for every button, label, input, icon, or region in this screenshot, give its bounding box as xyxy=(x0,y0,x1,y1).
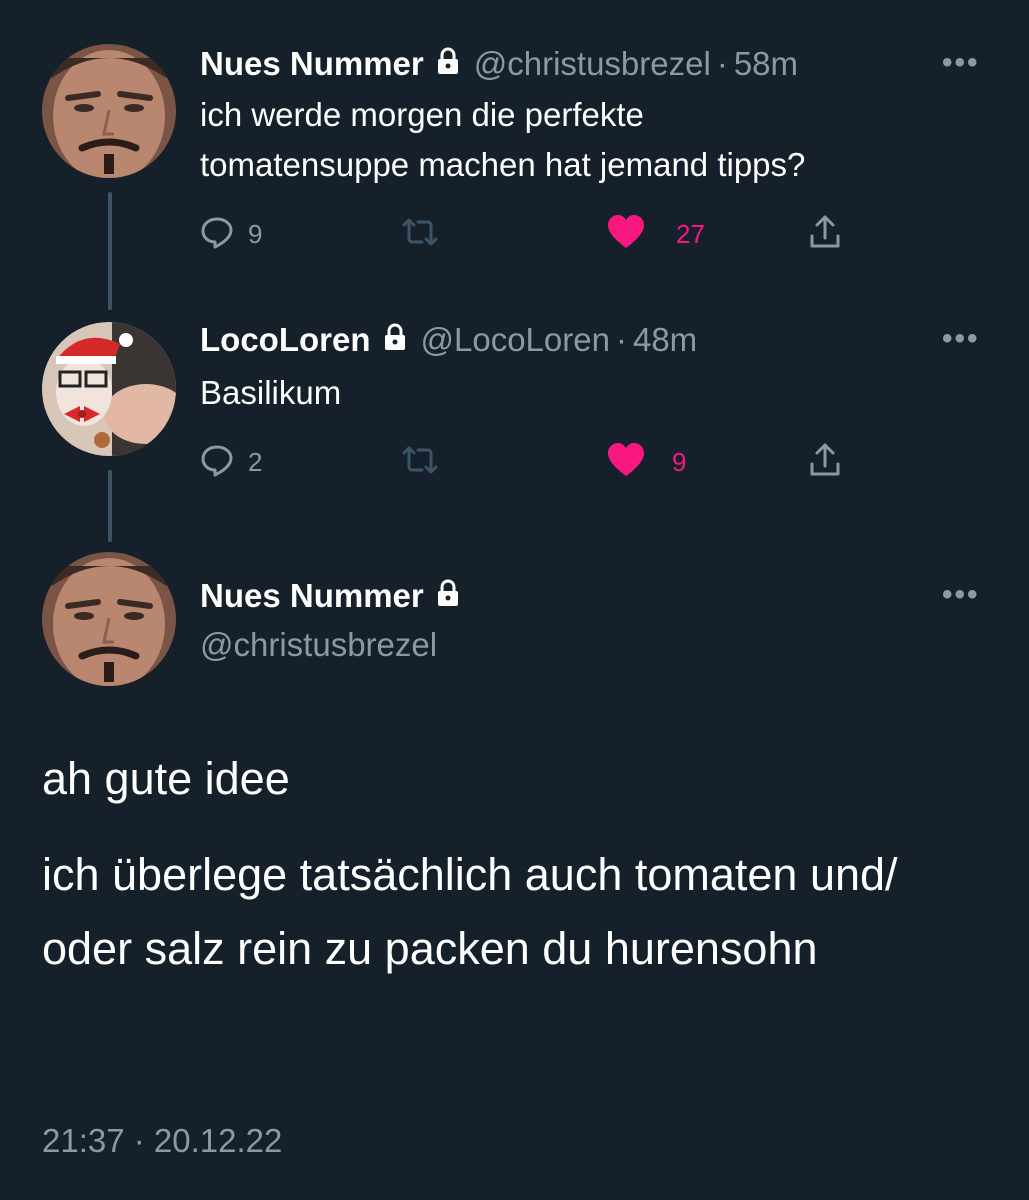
more-options-button[interactable]: ••• xyxy=(942,46,980,80)
author-handle[interactable]: @LocoLoren xyxy=(421,320,610,360)
reply-button[interactable]: 9 xyxy=(200,212,262,256)
tweet-2-actions: 2 9 xyxy=(200,440,860,484)
heart-icon xyxy=(606,214,646,255)
lock-icon xyxy=(436,576,460,616)
tweet-time[interactable]: 58m xyxy=(734,44,798,84)
author-name[interactable]: LocoLoren xyxy=(200,320,371,360)
reply-bubble-icon xyxy=(200,215,234,254)
author-handle[interactable]: @christusbrezel xyxy=(200,626,437,664)
tweet-2-header: LocoLoren @LocoLoren · 48m xyxy=(200,320,697,360)
share-icon xyxy=(808,442,842,483)
tweet-1-actions: 9 27 xyxy=(200,212,860,256)
retweet-icon xyxy=(400,443,440,482)
heart-icon xyxy=(606,442,646,483)
thread-line-2 xyxy=(108,470,112,542)
tweet-timestamp[interactable]: 21:37 · 20.12.22 xyxy=(42,1122,282,1160)
author-name[interactable]: Nues Nummer xyxy=(200,44,424,84)
lock-icon xyxy=(436,44,460,84)
tweet-1-text-line-2: tomatensuppe machen hat jemand tipps? xyxy=(200,146,806,183)
focused-tweet-text: ah gute idee ich überlege tatsächlich au… xyxy=(42,742,992,986)
reply-count: 9 xyxy=(248,218,263,249)
author-handle[interactable]: @christusbrezel xyxy=(474,44,711,84)
share-button[interactable] xyxy=(808,212,842,256)
tweet-1-text-line-1: ich werde morgen die perfekte xyxy=(200,96,644,133)
retweet-button[interactable] xyxy=(400,440,440,484)
author-name[interactable]: Nues Nummer xyxy=(200,576,424,616)
reply-bubble-icon xyxy=(200,443,234,482)
separator-dot: · xyxy=(716,45,728,82)
avatar-nues-nummer[interactable] xyxy=(42,44,176,178)
tweet-2-text: Basilikum xyxy=(200,374,342,411)
reply-button[interactable]: 2 xyxy=(200,440,262,484)
more-options-button[interactable]: ••• xyxy=(942,322,980,356)
like-count: 27 xyxy=(676,218,705,249)
retweet-icon xyxy=(400,215,440,254)
tweet-1-text: ich werde morgen die perfekte tomatensup… xyxy=(200,90,990,190)
focused-tweet-header: Nues Nummer xyxy=(200,576,474,616)
tweet-1-header: Nues Nummer @christusbrezel · 58m xyxy=(200,44,798,84)
separator-dot: · xyxy=(615,321,627,358)
thread-line-1 xyxy=(108,192,112,310)
avatar-nues-nummer-focused[interactable] xyxy=(42,552,176,686)
like-button[interactable]: 9 xyxy=(606,440,686,484)
retweet-button[interactable] xyxy=(400,212,440,256)
tweet-paragraph-2: ich überlege tatsächlich auch tomaten un… xyxy=(42,849,898,974)
tweet-time[interactable]: 48m xyxy=(633,320,697,360)
lock-icon xyxy=(383,320,407,360)
like-button[interactable]: 27 xyxy=(606,212,705,256)
reply-count: 2 xyxy=(248,446,263,477)
share-icon xyxy=(808,214,842,255)
tweet-paragraph-1: ah gute idee xyxy=(42,753,290,804)
more-options-button[interactable]: ••• xyxy=(942,578,980,612)
avatar-locoloren[interactable] xyxy=(42,322,176,456)
like-count: 9 xyxy=(672,446,687,477)
share-button[interactable] xyxy=(808,440,842,484)
